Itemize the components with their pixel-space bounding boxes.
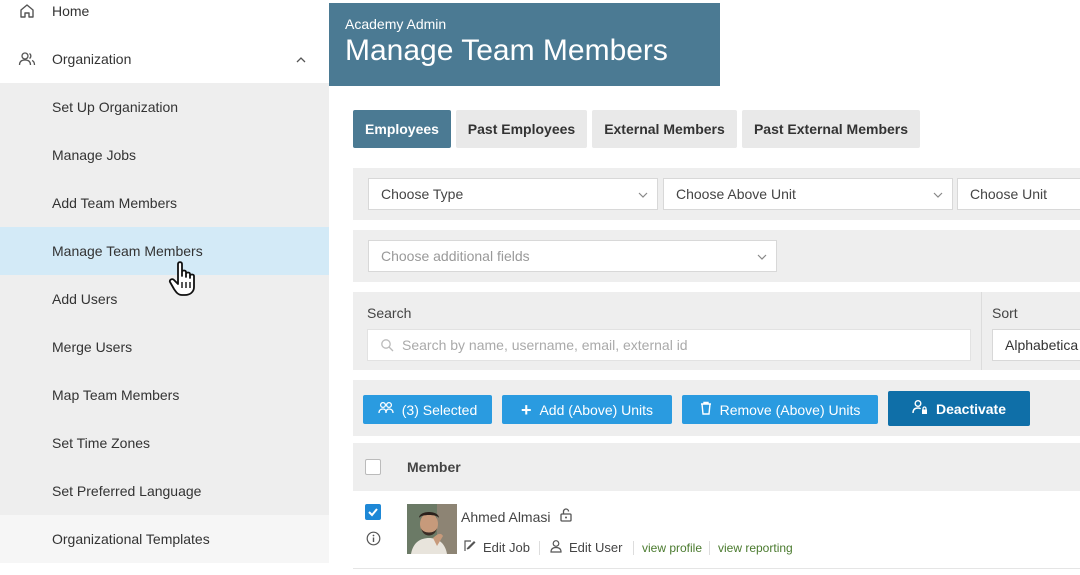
sort-label: Sort	[992, 305, 1018, 321]
search-icon	[380, 338, 394, 352]
additional-fields-placeholder: Choose additional fields	[381, 248, 530, 264]
above-unit-select[interactable]: Choose Above Unit	[663, 178, 953, 210]
sidebar-item-label: Merge Users	[52, 339, 133, 355]
sort-select[interactable]: Alphabetica	[992, 329, 1080, 361]
table-row: Ahmed Almasi Edit Job Edit User view pro…	[353, 491, 1080, 569]
sidebar-item-manage-jobs[interactable]: Manage Jobs	[0, 131, 329, 179]
chevron-down-icon	[756, 250, 768, 262]
edit-user-link[interactable]: Edit User	[549, 539, 622, 556]
additional-fields-select[interactable]: Choose additional fields	[368, 240, 777, 272]
sidebar-item-label: Manage Jobs	[52, 147, 137, 163]
avatar	[407, 504, 457, 554]
divider	[981, 292, 982, 370]
remove-units-button-label: Remove (Above) Units	[719, 401, 861, 418]
sidebar-item-map-team-members[interactable]: Map Team Members	[0, 371, 329, 419]
divider	[633, 541, 634, 555]
deactivate-button-label: Deactivate	[935, 400, 1007, 417]
plus-icon: +	[520, 399, 532, 420]
edit-user-label: Edit User	[569, 540, 623, 555]
deactivate-button[interactable]: Deactivate	[888, 391, 1030, 426]
selected-button[interactable]: (3) Selected	[363, 395, 492, 424]
selected-button-label: (3) Selected	[401, 401, 478, 418]
sidebar-item-add-team-members[interactable]: Add Team Members	[0, 179, 329, 227]
remove-units-button[interactable]: Remove (Above) Units	[682, 395, 878, 424]
sidebar-item-set-up-organization[interactable]: Set Up Organization	[0, 83, 329, 131]
sidebar-item-label: Set Up Organization	[52, 99, 179, 115]
home-icon	[18, 2, 36, 20]
sidebar-item-manage-team-members[interactable]: Manage Team Members	[0, 227, 329, 275]
sidebar-item-label: Manage Team Members	[52, 243, 203, 259]
add-units-button-label: Add (Above) Units	[539, 401, 654, 418]
page-subtitle: Academy Admin	[345, 16, 447, 32]
hand-cursor-icon	[168, 260, 204, 300]
type-select-value: Choose Type	[381, 186, 464, 202]
page-header: Academy Admin Manage Team Members	[329, 3, 720, 86]
additional-fields-panel: Choose additional fields	[353, 230, 1080, 282]
chevron-down-icon	[932, 188, 944, 200]
edit-icon	[463, 539, 477, 556]
tab-past-employees[interactable]: Past Employees	[456, 110, 587, 148]
edit-job-label: Edit Job	[483, 540, 530, 555]
sidebar-item-label: Set Preferred Language	[52, 483, 202, 499]
info-icon[interactable]	[366, 531, 381, 546]
sidebar-item-label: Add Users	[52, 291, 118, 307]
users-icon	[18, 50, 36, 68]
chevron-down-icon	[637, 188, 649, 200]
add-units-button[interactable]: + Add (Above) Units	[502, 395, 672, 424]
trash-icon	[700, 401, 712, 418]
sidebar-item-label: Organization	[52, 51, 132, 67]
search-panel: Search Search by name, username, email, …	[353, 292, 1080, 370]
tab-past-external-members[interactable]: Past External Members	[742, 110, 920, 148]
edit-job-link[interactable]: Edit Job	[463, 539, 530, 556]
sidebar-item-label: Organizational Templates	[52, 531, 210, 547]
select-all-checkbox[interactable]	[365, 459, 381, 475]
main-content: Academy Admin Manage Team Members Employ…	[329, 0, 1080, 575]
sidebar-item-set-preferred-language[interactable]: Set Preferred Language	[0, 467, 329, 515]
page-title: Manage Team Members	[345, 34, 668, 67]
tab-external-members[interactable]: External Members	[592, 110, 737, 148]
tab-employees[interactable]: Employees	[353, 110, 451, 148]
unit-select-value: Choose Unit	[970, 186, 1048, 202]
member-name[interactable]: Ahmed Almasi	[461, 508, 573, 525]
search-label: Search	[367, 305, 412, 321]
sidebar-item-label: Set Time Zones	[52, 435, 151, 451]
row-checkbox[interactable]	[365, 504, 381, 520]
sidebar-item-home[interactable]: Home	[0, 0, 329, 35]
sidebar-item-label: Map Team Members	[52, 387, 180, 403]
above-unit-select-value: Choose Above Unit	[676, 186, 796, 202]
user-lock-icon	[912, 399, 928, 418]
search-placeholder: Search by name, username, email, externa…	[402, 337, 688, 353]
user-icon	[549, 539, 563, 556]
divider	[539, 541, 540, 555]
table-header: Member	[353, 443, 1080, 491]
sidebar-item-label: Home	[52, 3, 90, 19]
view-reporting-link[interactable]: view reporting	[718, 541, 793, 555]
member-name-text: Ahmed Almasi	[461, 508, 551, 525]
view-profile-link[interactable]: view profile	[642, 541, 702, 555]
search-input[interactable]: Search by name, username, email, externa…	[367, 329, 971, 361]
sidebar-item-organization[interactable]: Organization	[0, 35, 329, 83]
sidebar-item-set-time-zones[interactable]: Set Time Zones	[0, 419, 329, 467]
member-column-header: Member	[407, 459, 461, 475]
sidebar-item-add-users[interactable]: Add Users	[0, 275, 329, 323]
unit-select[interactable]: Choose Unit	[957, 178, 1080, 210]
divider	[709, 541, 710, 555]
group-icon	[378, 401, 394, 418]
sidebar-item-merge-users[interactable]: Merge Users	[0, 323, 329, 371]
sidebar: Home Organization Set Up Organization Ma…	[0, 0, 329, 575]
filter-panel: Choose Type Choose Above Unit Choose Uni…	[353, 168, 1080, 220]
sort-select-value: Alphabetica	[1005, 337, 1079, 353]
sidebar-item-organizational-templates[interactable]: Organizational Templates	[0, 515, 329, 563]
unlock-icon	[560, 508, 573, 525]
chevron-up-icon[interactable]	[295, 53, 307, 65]
type-select[interactable]: Choose Type	[368, 178, 658, 210]
sidebar-item-label: Add Team Members	[52, 195, 178, 211]
